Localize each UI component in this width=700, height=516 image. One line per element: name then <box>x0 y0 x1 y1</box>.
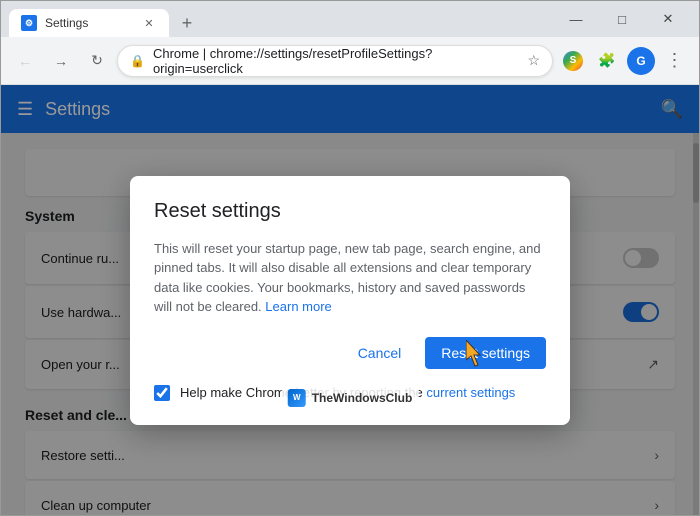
tab-favicon: ⚙ <box>21 15 37 31</box>
forward-button[interactable]: → <box>45 45 77 77</box>
url-text: Chrome | chrome://settings/resetProfileS… <box>153 46 519 76</box>
title-bar: ⚙ Settings ✕ + — □ ✕ <box>1 1 699 37</box>
sync-icon[interactable]: S <box>557 45 589 77</box>
browser-content: ☰ Settings 🔍 System Continue ru... Use h… <box>1 85 699 515</box>
window-controls: — □ ✕ <box>553 1 691 37</box>
s-colored-icon: S <box>563 51 583 71</box>
avatar: G <box>627 47 655 75</box>
modal-overlay: Reset settings This will reset your star… <box>1 85 699 515</box>
dialog-body: This will reset your startup page, new t… <box>154 239 546 317</box>
menu-button[interactable]: ⋮ <box>659 45 691 77</box>
back-button[interactable]: ← <box>9 45 41 77</box>
cancel-button[interactable]: Cancel <box>342 337 418 369</box>
cursor-indicator <box>466 340 490 375</box>
url-bar[interactable]: 🔒 Chrome | chrome://settings/resetProfil… <box>117 45 553 77</box>
address-bar: ← → ↻ 🔒 Chrome | chrome://settings/reset… <box>1 37 699 85</box>
active-tab[interactable]: ⚙ Settings ✕ <box>9 9 169 37</box>
watermark-icon: W <box>288 389 306 407</box>
profile-icon[interactable]: G <box>625 45 657 77</box>
bookmark-icon[interactable]: ☆ <box>527 52 540 69</box>
watermark: W TheWindowsClub <box>282 387 419 409</box>
minimize-button[interactable]: — <box>553 1 599 37</box>
maximize-button[interactable]: □ <box>599 1 645 37</box>
help-chrome-checkbox[interactable] <box>154 385 170 401</box>
dialog-title: Reset settings <box>154 200 546 223</box>
lock-icon: 🔒 <box>130 54 145 68</box>
extensions-icon[interactable]: 🧩 <box>591 45 623 77</box>
learn-more-link[interactable]: Learn more <box>265 299 331 314</box>
close-button[interactable]: ✕ <box>645 1 691 37</box>
tab-close-button[interactable]: ✕ <box>141 15 157 31</box>
watermark-text: TheWindowsClub <box>312 391 413 405</box>
tab-title: Settings <box>45 16 133 30</box>
three-dots-icon: ⋮ <box>666 50 685 71</box>
refresh-button[interactable]: ↻ <box>81 45 113 77</box>
browser-window: ⚙ Settings ✕ + — □ ✕ ← → ↻ 🔒 Chrome | ch… <box>0 0 700 516</box>
toolbar-icons: S 🧩 G ⋮ <box>557 45 691 77</box>
current-settings-link[interactable]: current settings <box>426 385 515 400</box>
new-tab-button[interactable]: + <box>173 9 201 37</box>
reset-settings-dialog: Reset settings This will reset your star… <box>130 176 570 425</box>
tab-area: ⚙ Settings ✕ + <box>9 1 553 37</box>
puzzle-icon: 🧩 <box>598 52 615 69</box>
cursor-icon <box>466 340 490 370</box>
